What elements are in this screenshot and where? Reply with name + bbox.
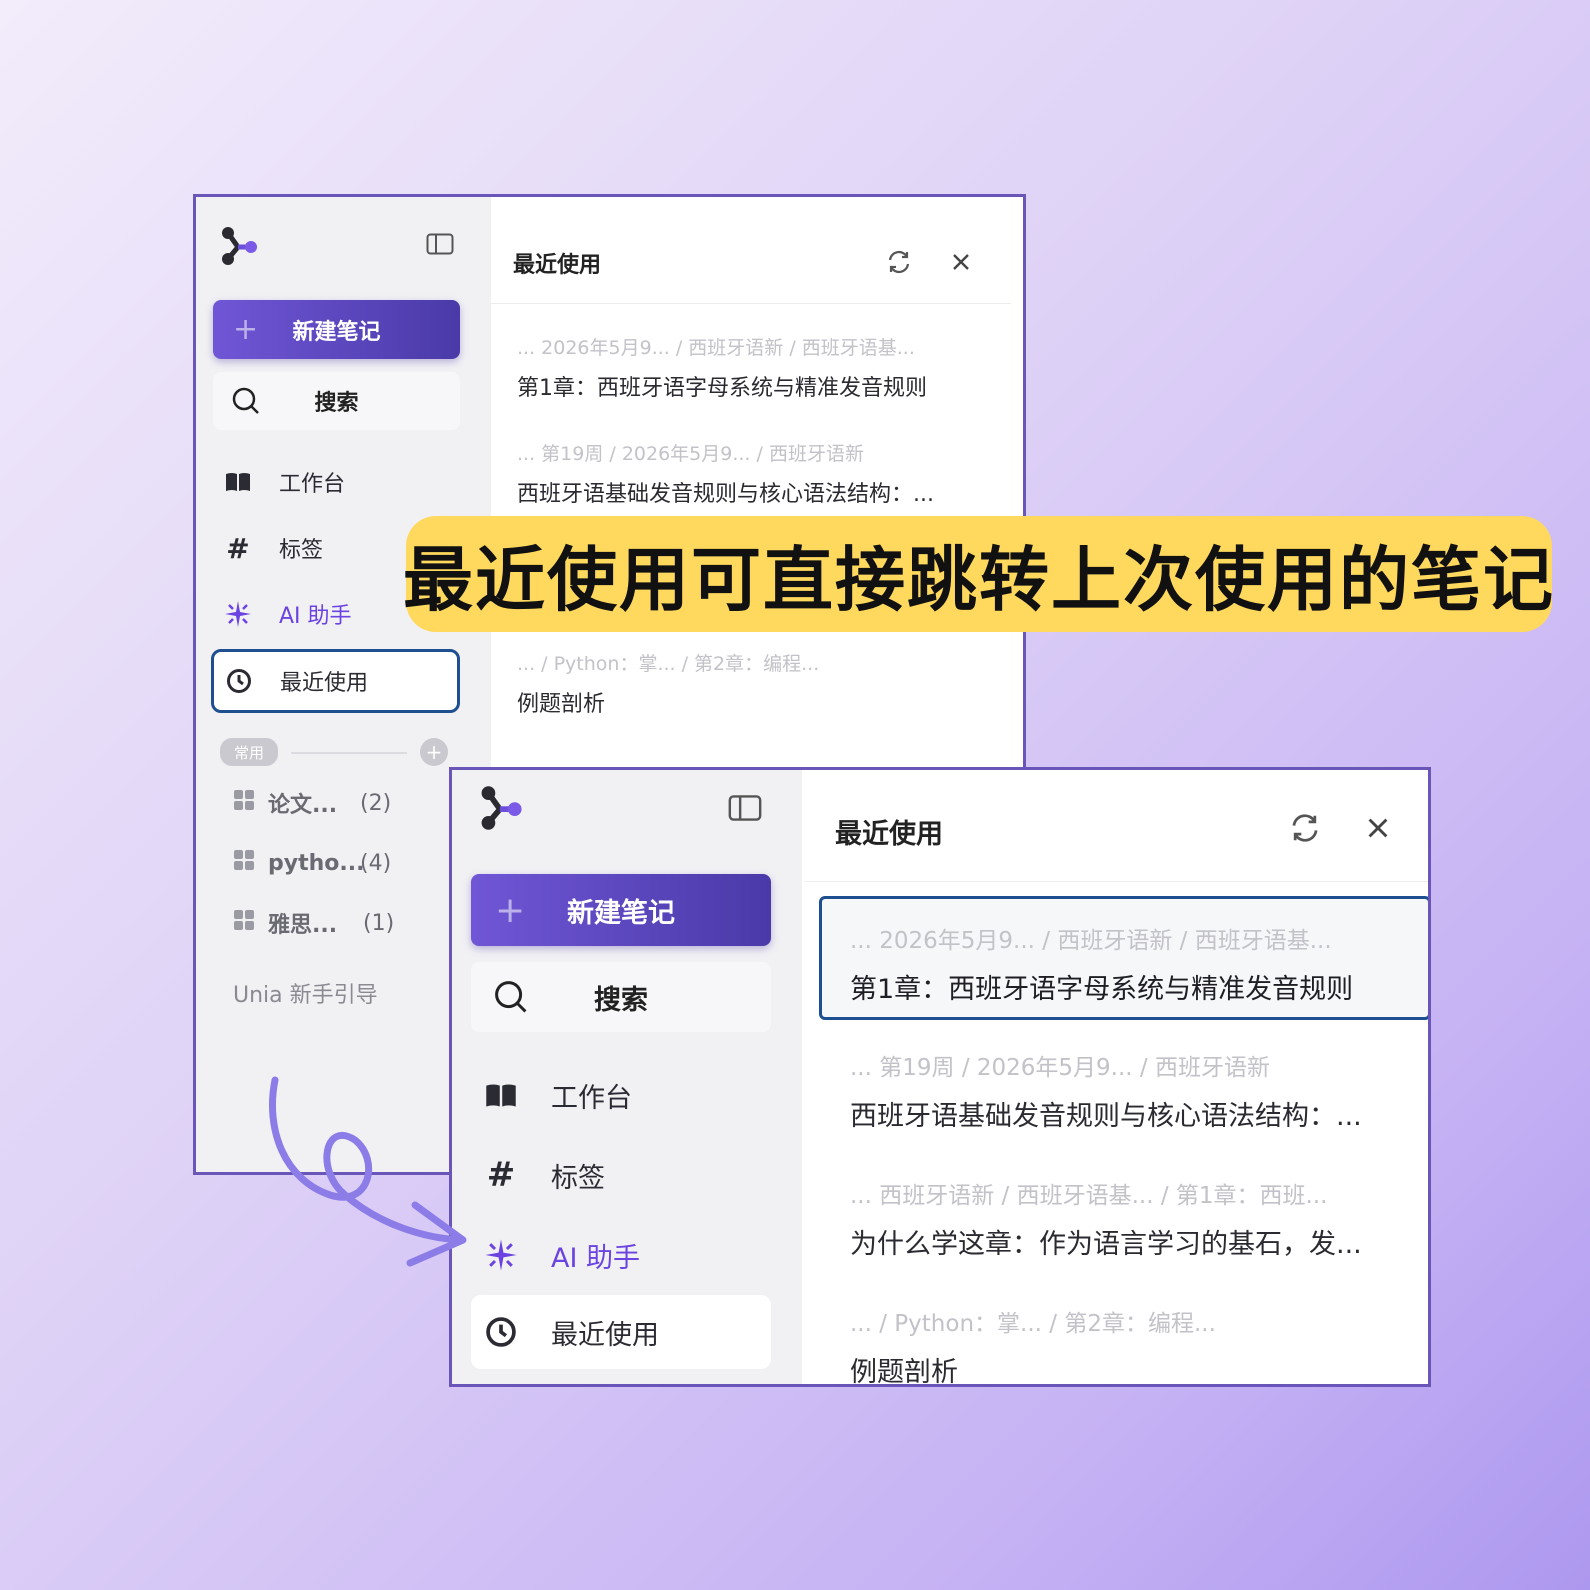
search-icon: [232, 387, 259, 414]
search-button[interactable]: 搜索: [471, 962, 771, 1032]
curved-arrow-icon: [268, 1076, 467, 1267]
recent-item[interactable]: ... 第19周 / 2026年5月9... / 西班牙语新 西班牙语基础发音规…: [517, 439, 987, 519]
new-note-button[interactable]: + 新建笔记: [213, 300, 460, 359]
nav-tags[interactable]: # 标签: [471, 1140, 771, 1210]
grid-icon: [233, 909, 255, 937]
sidebar-toggle-icon[interactable]: [728, 794, 762, 826]
grid-icon: [233, 789, 255, 817]
new-note-button[interactable]: + 新建笔记: [471, 874, 771, 946]
search-button[interactable]: 搜索: [213, 372, 460, 430]
nav-workbench[interactable]: 工作台: [213, 453, 460, 511]
recent-item[interactable]: ... 西班牙语新 / 西班牙语基... / 第1章：西班... 为什么学这章：…: [850, 1176, 1410, 1276]
sidebar-toggle-icon[interactable]: [426, 233, 454, 259]
refresh-icon[interactable]: [884, 247, 914, 277]
sidebar: + 新建笔记 搜索 工作台 # 标签 AI 助手 最近使用: [452, 770, 802, 1384]
panel-divider: [491, 303, 1011, 304]
recent-panel: 最近使用 ... 2026年5月9... / 西班牙语新 / 西班牙语基... …: [805, 778, 1428, 1384]
close-icon[interactable]: [946, 247, 976, 277]
nav-ai-assistant[interactable]: AI 助手: [471, 1220, 771, 1290]
recent-item[interactable]: ... / Python：掌... / 第2章：编程... 例题剖析: [850, 1304, 1410, 1384]
nav-recent[interactable]: 最近使用: [471, 1295, 771, 1369]
onboarding-guide-link[interactable]: Unia 新手引导: [233, 977, 378, 1009]
search-icon: [495, 981, 527, 1013]
group-divider: [291, 752, 407, 754]
recent-item[interactable]: ... 第19周 / 2026年5月9... / 西班牙语新 西班牙语基础发音规…: [850, 1048, 1410, 1148]
book-icon: [213, 471, 263, 493]
recent-item[interactable]: ... 2026年5月9... / 西班牙语新 / 西班牙语基... 第1章：西…: [517, 333, 987, 413]
close-icon[interactable]: [1360, 810, 1396, 846]
app-logo: [218, 225, 260, 271]
plus-icon: +: [495, 889, 526, 931]
clock-icon: [214, 668, 264, 694]
recent-item-selected[interactable]: ... 2026年5月9... / 西班牙语新 / 西班牙语基... 第1章：西…: [819, 896, 1428, 1020]
caption-banner: 最近使用可直接跳转上次使用的笔记: [403, 516, 1553, 632]
sparkle-icon: [213, 599, 263, 629]
recent-item[interactable]: ... / Python：掌... / 第2章：编程... 例题剖析: [517, 649, 987, 729]
app-window-after: + 新建笔记 搜索 工作台 # 标签 AI 助手 最近使用 最近使用 ... 2…: [449, 767, 1431, 1387]
group-label-badge: 常用: [220, 738, 278, 766]
panel-divider: [805, 881, 1428, 882]
group-item[interactable]: pytho... (4): [233, 845, 453, 881]
panel-title: 最近使用: [835, 819, 943, 850]
add-group-icon[interactable]: +: [420, 738, 448, 766]
grid-icon: [233, 849, 255, 877]
panel-title: 最近使用: [513, 253, 602, 278]
nav-recent[interactable]: 最近使用: [211, 649, 460, 713]
refresh-icon[interactable]: [1287, 810, 1323, 846]
group-item[interactable]: 雅思... (1): [233, 905, 453, 941]
clock-icon: [471, 1316, 531, 1348]
hashtag-icon: #: [226, 531, 250, 565]
group-item[interactable]: 论文... (2): [233, 785, 453, 821]
app-logo: [477, 783, 525, 837]
plus-icon: +: [233, 312, 259, 347]
nav-workbench[interactable]: 工作台: [471, 1060, 771, 1130]
sidebar: + 新建笔记 搜索 工作台 # 标签 AI 助手 最近使用 常用 + 论文...: [196, 197, 491, 1172]
